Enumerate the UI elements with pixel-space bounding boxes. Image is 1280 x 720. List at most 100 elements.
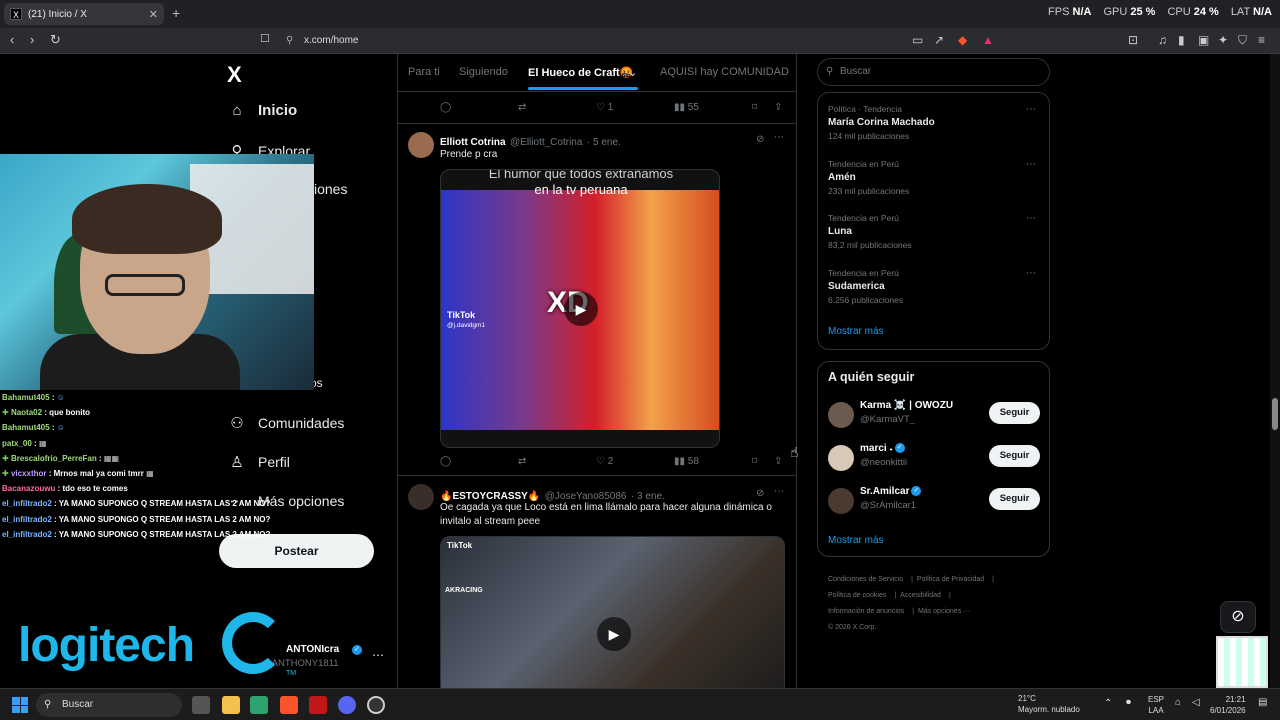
task-view-icon[interactable] [192,696,210,714]
footer-link[interactable]: Condiciones de Servicio [828,576,903,583]
search-input[interactable]: ⚲ Buscar [817,58,1050,86]
footer-link[interactable]: Accesibilidad [900,592,941,599]
play-icon[interactable]: ▶ [564,292,598,326]
follow-suggestion[interactable]: Sr.Amilcar ✓ @SrAmilcar1 Seguir [828,484,1040,520]
file-explorer-icon[interactable] [222,696,240,714]
tweet-video[interactable]: El humor que todos extrañamos en la tv p… [440,169,720,448]
share-icon[interactable]: ↗ [934,33,944,47]
tweet-date[interactable]: · 5 ene. [587,137,621,148]
close-tab-icon[interactable]: ✕ [149,8,158,21]
tweet[interactable]: 🔥ESTOYCRASSY🔥 @JoseYano85086 · 3 ene. ⊘ … [398,476,796,688]
tweet[interactable]: Elliott Cotrina @Elliott_Cotrina · 5 ene… [398,124,796,476]
sidebar-icon[interactable]: ▮ [1178,33,1185,47]
share-icon[interactable]: ⇪ [774,456,782,467]
avatar[interactable] [828,445,854,471]
follow-suggestion[interactable]: marci 𝆺 ✓ @neonkittii Seguir [828,441,1040,477]
tab-para-ti[interactable]: Para ti [408,66,440,78]
footer-link[interactable]: Más opciones ··· [918,608,970,615]
vpn-icon[interactable]: ⛉ [1238,33,1247,48]
volume-icon[interactable]: ◁ [1192,697,1200,708]
tab-hueco-de-craft[interactable]: El Hueco de Craft🤬 [528,66,633,79]
avatar[interactable] [828,402,854,428]
more-icon[interactable]: ⋯ [1026,104,1036,115]
chevron-up-icon[interactable]: ⌃ [1104,698,1112,709]
microphone-icon[interactable]: ⏺ [1126,697,1131,708]
bookmark-page-icon[interactable]: ☐ [260,32,270,45]
tab-comunidad[interactable]: AQUISI hay COMUNIDAD [660,66,789,78]
taskbar-search[interactable]: ⚲ Buscar [36,693,182,717]
brave-shield-icon[interactable]: ◆ [958,33,967,47]
scrollbar[interactable] [1270,54,1280,688]
like-button[interactable]: ♡ 1 [596,102,613,113]
play-icon[interactable]: ▶ [597,617,631,651]
windows-start-icon[interactable] [12,697,28,713]
grok-icon[interactable]: ⊘ [756,134,764,145]
like-button[interactable]: ♡ 2 [596,456,613,467]
grok-icon[interactable]: ⊘ [1220,601,1256,633]
store-icon[interactable] [250,696,268,714]
more-icon[interactable]: ⋯ [1026,213,1036,224]
site-info-icon[interactable]: ⚲ [286,32,293,50]
avatar[interactable] [828,488,854,514]
nav-item-notifications[interactable]: iones [314,181,347,197]
weather-widget[interactable]: 21°C Mayorm. nublado [1018,693,1080,715]
avatar[interactable] [408,484,434,510]
show-more-follow-link[interactable]: Mostrar más [828,535,884,546]
cast-icon[interactable]: ▭ [912,33,923,47]
language-indicator[interactable]: ESP LAA [1148,694,1164,716]
back-icon[interactable]: ‹ [10,32,14,47]
bookmark-icon[interactable]: ⌑ [752,102,757,113]
reply-icon[interactable]: ◯ [440,456,451,467]
address-bar[interactable]: ⚲ x.com/home [282,32,1002,50]
more-icon[interactable]: ⋯ [1026,159,1036,170]
share-icon[interactable]: ⇪ [774,102,782,113]
footer-link[interactable]: Información de anuncios [828,608,904,615]
brave-browser-icon[interactable] [280,696,298,714]
views-button[interactable]: ▮▮ 58 [674,456,699,467]
music-icon[interactable]: ♫ [1158,33,1167,47]
menu-icon[interactable]: ≡ [1258,33,1265,47]
new-tab-button[interactable]: + [172,5,180,21]
footer-link[interactable]: Política de cookies [828,592,886,599]
follow-button[interactable]: Seguir [989,402,1040,424]
tab-siguiendo[interactable]: Siguiendo [459,66,508,78]
footer-link[interactable]: Política de Privacidad [917,576,984,583]
trend-item[interactable]: Política · Tendencia María Corina Machad… [828,104,1038,141]
author-handle[interactable]: @Elliott_Cotrina [510,137,582,148]
more-icon[interactable]: ⋯ [774,132,784,143]
avatar[interactable] [408,132,434,158]
trend-item[interactable]: Tendencia en Perú Sudamerica 6.256 publi… [828,268,1038,305]
x-logo-icon[interactable]: X [227,62,242,88]
follow-suggestion[interactable]: Karma ☠️ | OWOZU @KarmaVT_ Seguir [828,398,1040,434]
network-icon[interactable]: ⌂ [1175,697,1181,708]
follow-button[interactable]: Seguir [989,445,1040,467]
grok-icon[interactable]: ⊘ [756,488,764,499]
discord-icon[interactable] [338,696,356,714]
follow-button[interactable]: Seguir [989,488,1040,510]
show-more-trends-link[interactable]: Mostrar más [828,326,884,337]
bookmark-icon[interactable]: ⌑ [752,456,757,467]
tweet-video[interactable]: TikTok AKRACING ▶ [440,536,785,688]
wallet-icon[interactable]: ▣ [1198,33,1209,47]
trend-item[interactable]: Tendencia en Perú Amén 233 mil publicaci… [828,159,1038,196]
views-button[interactable]: ▮▮ 55 [674,102,699,113]
account-more-icon[interactable]: ⋯ [372,648,384,662]
nav-item-home[interactable]: ⌂ Inicio [228,102,297,119]
repost-icon[interactable]: ⇄ [518,456,526,467]
author-name[interactable]: Elliott Cotrina [440,137,506,148]
browser-tab[interactable]: X (21) Inicio / X ✕ [4,3,164,25]
leo-icon[interactable]: ✦ [1218,33,1228,47]
forward-icon[interactable]: › [30,32,34,47]
notification-icon[interactable]: ▤ [1258,697,1267,708]
reload-icon[interactable]: ↻ [50,32,61,48]
screenshot-icon[interactable]: ⊡ [1128,33,1138,47]
scrollbar-thumb[interactable] [1272,398,1278,430]
clock[interactable]: 21:21 6/01/2026 [1210,694,1246,716]
chevron-down-icon[interactable]: ⌄ [628,66,637,79]
more-icon[interactable]: ⋯ [774,486,784,497]
reply-icon[interactable]: ◯ [440,102,451,113]
trend-item[interactable]: Tendencia en Perú Luna 83,2 mil publicac… [828,213,1038,250]
repost-icon[interactable]: ⇄ [518,102,526,113]
voicemeeter-icon[interactable] [309,696,327,714]
more-icon[interactable]: ⋯ [1026,268,1036,279]
